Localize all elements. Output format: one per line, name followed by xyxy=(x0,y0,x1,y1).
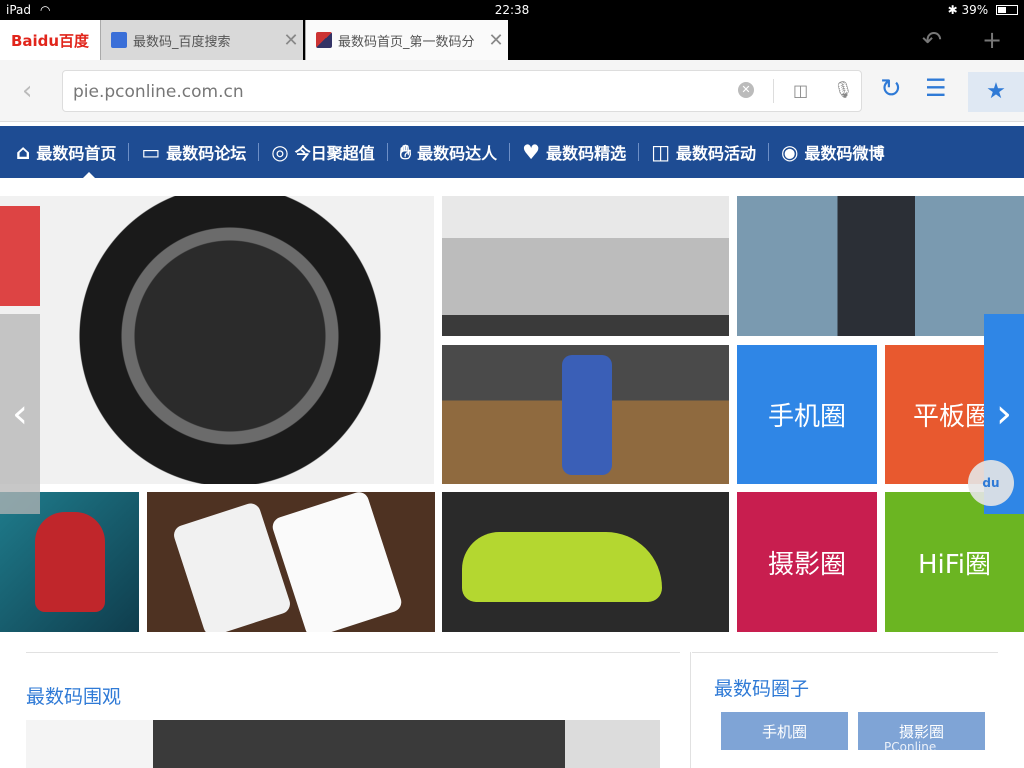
url-field[interactable]: pie.pconline.com.cn ✕ ◫ 🎙︎ xyxy=(62,70,862,112)
gundam-figure-photo[interactable] xyxy=(442,345,729,484)
close-icon[interactable]: ✕ xyxy=(279,30,303,51)
nav-experts[interactable]: ✋︎ 最数码达人 xyxy=(394,140,503,164)
divider xyxy=(386,143,388,161)
tab-bar: Baidu百度 最数码_百度搜索 ✕ 最数码首页_第一数码分 ✕ ↶ + xyxy=(0,20,1024,60)
circle-chip-phone[interactable]: 手机圈 xyxy=(721,712,848,750)
camera-icon[interactable]: ◫ xyxy=(793,81,808,100)
bluetooth-icon: ✱ xyxy=(947,3,962,17)
nav-label: 最数码活动 xyxy=(676,144,757,163)
baidu-logo-text: Baidu百度 xyxy=(10,31,90,50)
baidu-paw-icon xyxy=(111,32,127,48)
divider xyxy=(509,143,511,161)
baidu-paw-icon[interactable]: du xyxy=(968,460,1014,506)
weibo-icon: ◉ xyxy=(781,140,799,164)
nav-home[interactable]: ⌂ 最数码首页 xyxy=(10,140,122,164)
undo-icon[interactable]: ↶ xyxy=(922,26,942,54)
chevron-right-icon: › xyxy=(996,391,1012,437)
site-nav: ⌂ 最数码首页 ▭ 最数码论坛 ◎ 今日聚超值 ✋︎ 最数码达人 ♥ 最数码精选 ◫ 最数码… xyxy=(0,126,1024,178)
carousel-prev-button[interactable]: ‹ xyxy=(0,314,40,514)
close-icon[interactable]: ✕ xyxy=(484,30,508,51)
nav-label: 最数码精选 xyxy=(546,144,627,163)
status-bar: iPad ◠ 22:38 ✱ 39% xyxy=(0,0,1024,20)
mic-icon[interactable]: 🎙︎ xyxy=(833,80,853,99)
nav-events[interactable]: ◫ 最数码活动 xyxy=(645,140,762,164)
deal-icon: ◎ xyxy=(271,140,289,164)
tab-title: 最数码_百度搜索 xyxy=(133,34,231,50)
tile-phone-circle[interactable]: 手机圈 xyxy=(737,345,877,484)
nav-weibo[interactable]: ◉ 最数码微博 xyxy=(775,140,890,164)
tab-title: 最数码首页_第一数码分 xyxy=(338,34,475,50)
tab-zuishuma[interactable]: 最数码首页_第一数码分 ✕ xyxy=(305,20,508,60)
tile-label: 摄影圈 xyxy=(767,549,846,580)
chip-label: 手机圈 xyxy=(761,722,807,741)
bose-speaker-photo[interactable] xyxy=(442,196,729,336)
chat-icon: ▭ xyxy=(141,140,161,164)
nav-label: 最数码首页 xyxy=(36,144,117,163)
battery-icon xyxy=(996,5,1018,15)
address-bar: ‹ pie.pconline.com.cn ✕ ◫ 🎙︎ ↻ ☰ ★ xyxy=(0,60,1024,122)
back-icon[interactable]: ‹ xyxy=(22,76,32,106)
tile-photography-circle[interactable]: 摄影圈 xyxy=(737,492,877,632)
nav-label: 最数码论坛 xyxy=(166,144,247,163)
iphone-photo[interactable] xyxy=(147,492,435,632)
add-tab-icon[interactable]: + xyxy=(982,26,1002,54)
sneaker-photo[interactable] xyxy=(442,492,729,632)
divider xyxy=(690,652,691,768)
nav-label: 最数码达人 xyxy=(417,144,498,163)
home-icon: ⌂ xyxy=(16,140,31,164)
hand-icon: ✋︎ xyxy=(399,140,412,164)
chevron-left-icon: ‹ xyxy=(12,391,28,437)
tile-label: HiFi圈 xyxy=(917,549,992,580)
battery-percent: 39% xyxy=(961,3,989,17)
baidu-logo[interactable]: Baidu百度 xyxy=(0,20,100,60)
camcorder-photo[interactable] xyxy=(26,720,660,768)
reload-icon[interactable]: ↻ xyxy=(880,74,902,104)
url-text[interactable]: pie.pconline.com.cn xyxy=(73,82,244,102)
nav-deals[interactable]: ◎ 今日聚超值 xyxy=(265,140,380,164)
nav-label: 最数码微博 xyxy=(804,144,885,163)
divider xyxy=(26,652,680,653)
nav-featured[interactable]: ♥ 最数码精选 xyxy=(516,140,632,164)
divider xyxy=(258,143,260,161)
camera-icon: ◫ xyxy=(651,140,671,164)
section-title-circles[interactable]: 最数码圈子 xyxy=(714,674,809,701)
bookmark-star-icon[interactable]: ★ xyxy=(968,72,1024,112)
nav-forum[interactable]: ▭ 最数码论坛 xyxy=(135,140,252,164)
tile-label: 平板圈 xyxy=(913,402,992,432)
menu-icon[interactable]: ☰ xyxy=(925,74,947,102)
divider xyxy=(768,143,770,161)
section-title-watch[interactable]: 最数码围观 xyxy=(26,682,121,709)
tile-label: 手机圈 xyxy=(767,402,846,432)
site-favicon xyxy=(316,32,332,48)
feature-grid: 手机圈 平板圈 摄影圈 HiFi圈 xyxy=(0,196,1024,632)
speaker-tower-photo[interactable] xyxy=(737,196,1024,336)
divider xyxy=(773,79,774,103)
watermark: PConline xyxy=(884,740,937,754)
divider xyxy=(638,143,640,161)
clear-icon[interactable]: ✕ xyxy=(738,82,754,98)
divider xyxy=(128,143,130,161)
nav-active-caret xyxy=(82,172,96,179)
tab-baidu-search[interactable]: 最数码_百度搜索 ✕ xyxy=(100,20,303,60)
divider xyxy=(692,652,998,653)
heart-icon: ♥ xyxy=(522,140,541,164)
camera-lens-photo[interactable] xyxy=(0,196,434,484)
chip-label: 摄影圈 xyxy=(898,722,944,741)
nav-label: 今日聚超值 xyxy=(294,144,375,163)
clock: 22:38 xyxy=(494,3,530,17)
